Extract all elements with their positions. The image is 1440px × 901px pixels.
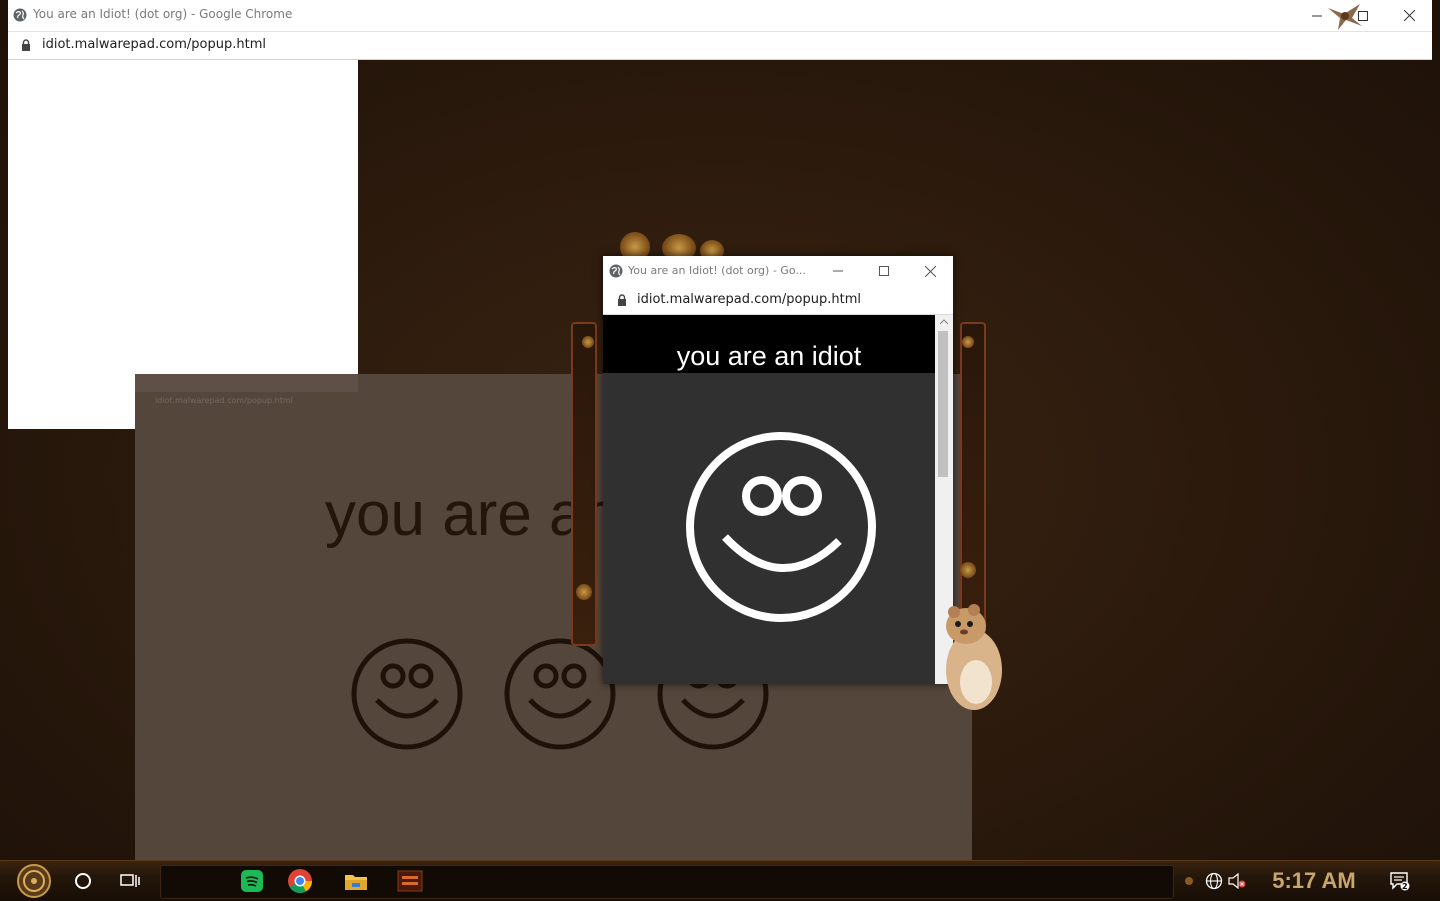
start-button[interactable] — [8, 861, 60, 901]
notification-count-badge: 2 — [1402, 882, 1408, 891]
window-title: You are an Idiot! (dot org) - Google Chr… — [33, 7, 293, 21]
close-icon — [924, 265, 936, 277]
notification-icon — [1390, 872, 1410, 891]
popup-close-button[interactable] — [907, 256, 953, 286]
globe-icon — [609, 264, 623, 278]
file-explorer-button[interactable] — [336, 861, 376, 901]
maximize-icon — [879, 266, 889, 276]
minimize-icon — [833, 270, 843, 272]
file-explorer-icon — [345, 875, 367, 890]
speaker-muted-icon — [1228, 873, 1246, 889]
network-button[interactable] — [1202, 861, 1226, 901]
close-icon — [1403, 10, 1415, 21]
smiley-icon — [686, 432, 876, 622]
popup-url-text: idiot.malwarepad.com/popup.html — [637, 292, 861, 307]
taskbar: 5:17 AM 2 — [0, 860, 1440, 901]
popup-minimize-button[interactable] — [815, 256, 861, 286]
cortana-search[interactable] — [64, 861, 102, 901]
lock-icon — [618, 294, 626, 306]
flying-creature-icon — [1328, 4, 1362, 30]
chrome-icon — [288, 869, 312, 894]
popup-maximize-button[interactable] — [861, 256, 907, 286]
url-text: idiot.malwarepad.com/popup.html — [42, 37, 266, 52]
gear-icon — [960, 562, 976, 578]
close-button[interactable] — [1386, 0, 1432, 31]
taskbar-clock[interactable]: 5:17 AM — [1258, 865, 1370, 897]
gear-icon — [576, 584, 592, 600]
app-thumbnail-icon — [397, 870, 423, 892]
popup-page-content: you are an idiot — [603, 315, 935, 684]
lock-icon — [22, 39, 30, 51]
popup-titlebar[interactable]: You are an Idiot! (dot org) - Go... — [603, 256, 953, 286]
ghost-url-text: idiot.malwarepad.com/popup.html — [155, 396, 293, 405]
popup-idiot-text: you are an idiot — [676, 341, 862, 371]
globe-icon — [13, 8, 27, 22]
popup-window[interactable]: You are an Idiot! (dot org) - Go... idio… — [603, 256, 953, 684]
task-view-icon — [120, 874, 140, 887]
gear-icon — [582, 336, 594, 348]
ghost-titlebar — [135, 374, 358, 392]
address-bar[interactable]: idiot.malwarepad.com/popup.html — [8, 32, 1432, 60]
search-circle-icon — [75, 873, 91, 889]
gear-icon — [962, 336, 974, 348]
spotify-icon — [241, 870, 263, 892]
scrollbar-thumb[interactable] — [938, 331, 948, 477]
steampunk-frame-right — [960, 322, 986, 646]
small-gear-icon — [1185, 877, 1193, 885]
smiley-icon — [504, 638, 616, 750]
smiley-icon — [351, 638, 463, 750]
main-titlebar[interactable]: You are an Idiot! (dot org) - Google Chr… — [8, 0, 1432, 32]
popup-address-bar[interactable]: idiot.malwarepad.com/popup.html — [603, 286, 953, 315]
steampunk-start-icon — [17, 864, 51, 898]
action-center-button[interactable]: 2 — [1384, 861, 1416, 901]
hamster-character — [946, 604, 1002, 710]
popup-title: You are an Idiot! (dot org) - Go... — [628, 264, 806, 277]
spotify-button[interactable] — [232, 861, 272, 901]
scroll-up-arrow-icon[interactable] — [940, 319, 948, 325]
app-thumbnail-button[interactable] — [390, 861, 430, 901]
show-hidden-icons-button[interactable] — [1180, 861, 1198, 901]
chrome-button[interactable] — [280, 861, 320, 901]
minimize-icon — [1312, 15, 1322, 16]
globe-network-icon — [1205, 872, 1223, 890]
volume-button[interactable] — [1226, 861, 1248, 901]
task-view-button[interactable] — [110, 861, 150, 901]
